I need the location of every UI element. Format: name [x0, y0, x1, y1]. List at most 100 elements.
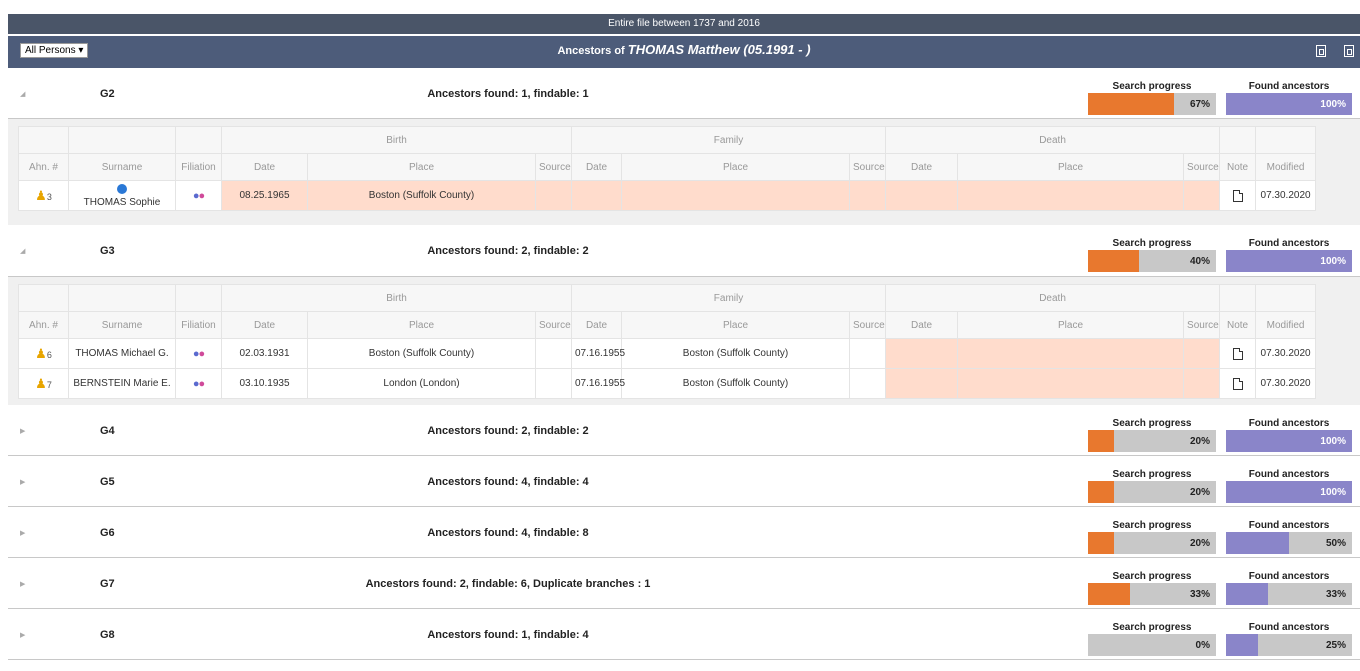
column-header-source[interactable]: Source: [1183, 153, 1221, 181]
header-family: Family: [570, 126, 887, 154]
column-header-date[interactable]: Date: [571, 311, 622, 339]
note-cell[interactable]: [1219, 368, 1257, 399]
column-header-place[interactable]: Place: [307, 153, 536, 181]
surname: THOMAS Sophie: [83, 196, 161, 208]
found-ancestors-value: 100%: [1320, 99, 1346, 110]
generation-row-g7[interactable]: ▶ G7 Ancestors found: 2, findable: 6, Dupl…: [8, 559, 1360, 609]
ancestors-found-text: Ancestors found: 4, findable: 8: [427, 526, 589, 539]
family-date-cell[interactable]: [571, 180, 622, 211]
column-header-place[interactable]: Place: [621, 153, 850, 181]
death-date-cell[interactable]: [885, 368, 959, 399]
column-header-source[interactable]: Source: [1183, 311, 1221, 339]
birth-date-cell[interactable]: 03.10.1935: [221, 368, 308, 399]
family-source-cell[interactable]: [848, 338, 887, 369]
ancestors-found-text: Ancestors found: 2, findable: 6, Duplica…: [365, 577, 651, 590]
column-header-source[interactable]: Source: [535, 311, 572, 339]
birth-date-cell[interactable]: 08.25.1965: [221, 180, 308, 211]
note-icon[interactable]: [1232, 347, 1243, 360]
found-ancestors-bar: 33%: [1226, 583, 1352, 605]
death-date-cell[interactable]: [885, 338, 959, 369]
note-cell[interactable]: [1219, 180, 1257, 211]
birth-source-cell[interactable]: [535, 368, 572, 399]
family-source-cell[interactable]: [848, 180, 887, 211]
death-place-cell[interactable]: [957, 338, 1185, 369]
column-header-filiation[interactable]: Filiation: [175, 311, 222, 339]
family-place-cell[interactable]: Boston (Suffolk County): [621, 368, 850, 399]
column-header-place[interactable]: Place: [957, 153, 1185, 181]
found-ancestors-fill: [1226, 583, 1268, 605]
pdf-export-icon[interactable]: [1316, 45, 1326, 57]
column-header-modified[interactable]: Modified: [1255, 153, 1317, 181]
column-header-place[interactable]: Place: [621, 311, 850, 339]
search-progress-fill: [1088, 583, 1131, 605]
note-icon[interactable]: [1232, 189, 1243, 202]
search-progress-bar: 67%: [1088, 93, 1216, 115]
surname-cell[interactable]: THOMAS Michael G.: [68, 338, 176, 369]
column-header-source[interactable]: Source: [848, 153, 887, 181]
generation-row-g3[interactable]: ◢ G3 Ancestors found: 2, findable: 2 Search…: [8, 226, 1360, 277]
generation-row-g5[interactable]: ▶ G5 Ancestors found: 4, findable: 4 Search…: [8, 457, 1360, 507]
search-progress-label: Search progress: [1112, 81, 1192, 92]
column-header-note[interactable]: Note: [1219, 311, 1257, 339]
family-source-cell[interactable]: [848, 368, 887, 399]
column-header-surname[interactable]: Surname: [68, 311, 176, 339]
search-progress-value: 20%: [1189, 487, 1210, 498]
family-place-cell[interactable]: [621, 180, 850, 211]
surname-cell[interactable]: THOMAS Sophie: [68, 180, 176, 211]
column-header-ahn[interactable]: Ahn. #: [18, 153, 69, 181]
column-header-source[interactable]: Source: [848, 311, 887, 339]
birth-place-cell[interactable]: Boston (Suffolk County): [307, 338, 536, 369]
birth-place-cell[interactable]: Boston (Suffolk County): [307, 180, 536, 211]
table-row[interactable]: ♟7 BERNSTEIN Marie E. ●● 03.10.1935 London (…: [18, 368, 1317, 399]
search-progress-fill: [1088, 532, 1114, 554]
generation-row-g4[interactable]: ▶ G4 Ancestors found: 2, findable: 2 Search…: [8, 406, 1360, 456]
birth-date-cell[interactable]: 02.03.1931: [221, 338, 308, 369]
table-row[interactable]: ♟6 THOMAS Michael G. ●● 02.03.1931 Boston (S…: [18, 338, 1317, 369]
search-progress-bar: 33%: [1088, 583, 1216, 605]
search-progress-value: 40%: [1189, 256, 1210, 267]
person-icon: ♟: [35, 345, 47, 361]
birth-place-cell[interactable]: London (London): [307, 368, 536, 399]
header-blank: [1219, 284, 1257, 312]
column-header-date[interactable]: Date: [885, 311, 959, 339]
birth-source-cell[interactable]: [535, 338, 572, 369]
column-header-filiation[interactable]: Filiation: [175, 153, 222, 181]
table-row[interactable]: ♟3 THOMAS Sophie ●● 08.25.1965 Boston (Suffo…: [18, 180, 1317, 211]
column-header-date[interactable]: Date: [885, 153, 959, 181]
surname-cell[interactable]: BERNSTEIN Marie E.: [68, 368, 176, 399]
family-place-cell[interactable]: Boston (Suffolk County): [621, 338, 850, 369]
death-source-cell[interactable]: [1183, 368, 1221, 399]
column-header-note[interactable]: Note: [1219, 153, 1257, 181]
column-header-date[interactable]: Date: [221, 153, 308, 181]
death-source-cell[interactable]: [1183, 338, 1221, 369]
column-header-ahn[interactable]: Ahn. #: [18, 311, 69, 339]
found-ancestors-bar: 25%: [1226, 634, 1352, 656]
generation-row-g8[interactable]: ▶ G8 Ancestors found: 1, findable: 4 Search…: [8, 610, 1360, 660]
column-header-surname[interactable]: Surname: [68, 153, 176, 181]
birth-source-cell[interactable]: [535, 180, 572, 211]
generation-row-g6[interactable]: ▶ G6 Ancestors found: 4, findable: 8 Search…: [8, 508, 1360, 558]
note-cell[interactable]: [1219, 338, 1257, 369]
excel-export-icon[interactable]: [1344, 45, 1354, 57]
family-date-cell[interactable]: 07.16.1955: [571, 368, 625, 399]
death-place-cell[interactable]: [957, 180, 1185, 211]
column-header-place[interactable]: Place: [307, 311, 536, 339]
search-progress-fill: [1088, 430, 1114, 452]
generation-row-g2[interactable]: ◢ G2 Ancestors found: 1, findable: 1 Search…: [8, 69, 1360, 119]
note-icon[interactable]: [1232, 377, 1243, 390]
death-place-cell[interactable]: [957, 368, 1185, 399]
death-source-cell[interactable]: [1183, 180, 1221, 211]
column-header-date[interactable]: Date: [571, 153, 622, 181]
column-header-source[interactable]: Source: [535, 153, 572, 181]
column-header-modified[interactable]: Modified: [1255, 311, 1317, 339]
header-blank: [1255, 126, 1317, 154]
family-date-cell[interactable]: 07.16.1955: [571, 338, 625, 369]
ahn-cell: ♟7: [18, 368, 69, 399]
column-header-date[interactable]: Date: [221, 311, 308, 339]
column-header-place[interactable]: Place: [957, 311, 1185, 339]
header-death: Death: [885, 284, 1221, 312]
ahn-cell: ♟3: [18, 180, 69, 211]
death-date-cell[interactable]: [885, 180, 959, 211]
search-progress-value: 67%: [1189, 99, 1210, 110]
found-ancestors-bar: 100%: [1226, 430, 1352, 452]
